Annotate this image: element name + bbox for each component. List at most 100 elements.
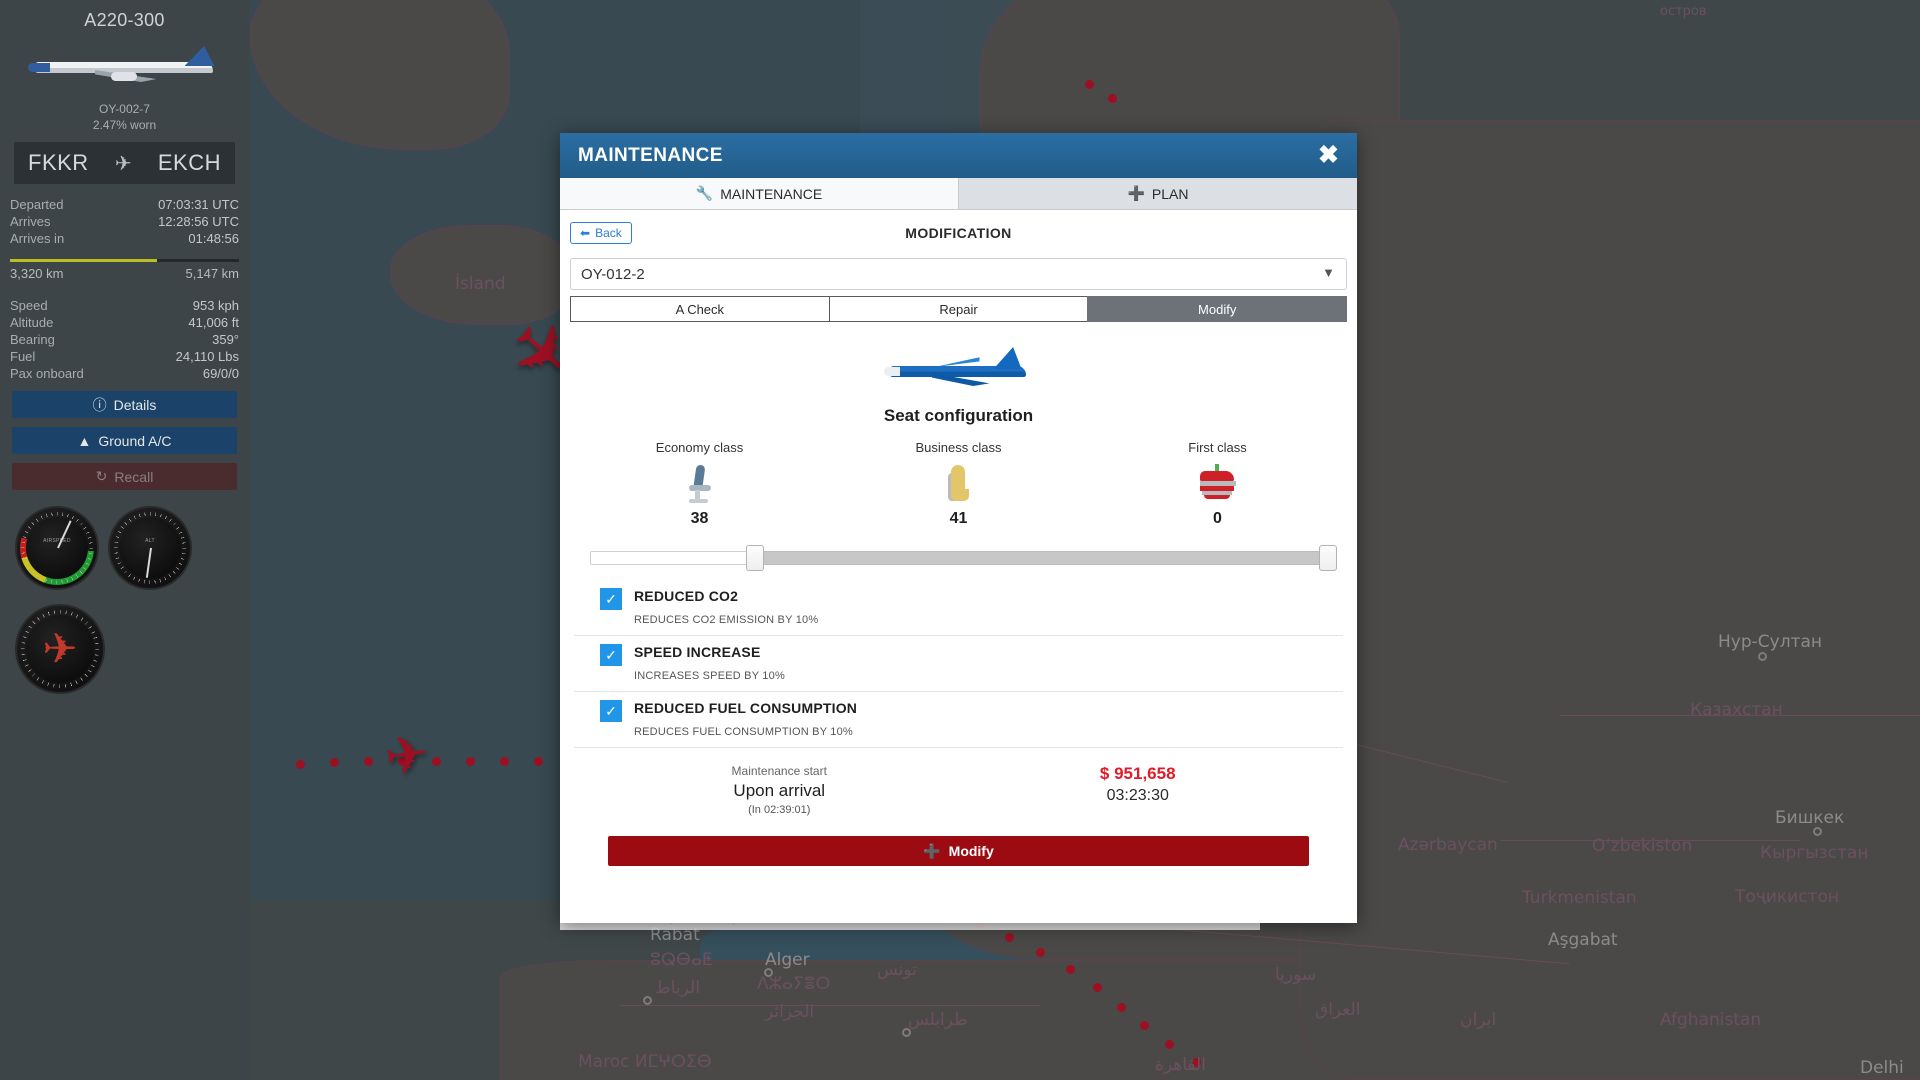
seat-class-first: First class 0 bbox=[1088, 440, 1347, 528]
option-checkbox[interactable]: ✓ bbox=[600, 588, 622, 610]
modify-button[interactable]: ➕ Modify bbox=[608, 836, 1309, 866]
city-marker bbox=[643, 996, 652, 1005]
distance-flown: 3,320 km bbox=[10, 266, 64, 281]
row-value: 01:48:56 bbox=[188, 231, 239, 246]
row-value: 69/0/0 bbox=[202, 366, 239, 381]
plus-icon: ➕ bbox=[923, 842, 941, 859]
summary-cost: $ 951,658 03:23:30 bbox=[959, 764, 1318, 816]
modal-title: MAINTENANCE bbox=[578, 144, 723, 166]
aircraft-select[interactable]: OY-012-2 bbox=[570, 258, 1347, 290]
summary-duration: 03:23:30 bbox=[1106, 787, 1169, 804]
segment-modify[interactable]: Modify bbox=[1087, 296, 1348, 322]
route-waypoint bbox=[364, 757, 373, 766]
route-waypoint bbox=[1140, 1021, 1149, 1030]
telemetry-row: Pax onboard 69/0/0 bbox=[0, 365, 249, 382]
breadcrumb-row: ⬅ Back MODIFICATION bbox=[570, 220, 1347, 246]
summary-start-value: Upon arrival bbox=[733, 781, 826, 800]
route-waypoint bbox=[1036, 948, 1045, 957]
telemetry-row: Altitude 41,006 ft bbox=[0, 314, 249, 331]
refresh-icon: ↻ bbox=[95, 468, 108, 484]
info-icon: ⓘ bbox=[92, 396, 107, 413]
slider-fill bbox=[753, 551, 1329, 565]
tab-plan[interactable]: ➕ PLAN bbox=[959, 178, 1357, 209]
row-value: 24,110 Lbs bbox=[175, 349, 239, 364]
summary-start-label: Maintenance start bbox=[731, 764, 827, 778]
seat-configuration-title: Seat configuration bbox=[883, 406, 1034, 425]
map-label: سوريا bbox=[1275, 965, 1317, 985]
first-class-seat-icon bbox=[1088, 460, 1347, 506]
option-checkbox[interactable]: ✓ bbox=[600, 700, 622, 722]
seat-class-count: 0 bbox=[1213, 510, 1222, 527]
option-description: REDUCES CO2 EMISSION BY 10% bbox=[634, 614, 819, 626]
seat-class-label: Business class bbox=[915, 440, 1002, 455]
attitude-gauge-caption: ALT bbox=[145, 538, 155, 545]
aircraft-wear: 2.47% worn bbox=[92, 118, 157, 132]
seat-class-count: 41 bbox=[949, 510, 968, 527]
route-waypoint bbox=[534, 757, 543, 766]
map-label: Azərbaycan bbox=[1398, 835, 1498, 855]
map-label: القاهرة bbox=[1155, 1055, 1206, 1075]
details-button[interactable]: ⓘ Details bbox=[12, 391, 237, 418]
flight-progress: 3,320 km 5,147 km bbox=[10, 259, 239, 281]
option-title: SPEED INCREASE bbox=[634, 644, 761, 660]
segment-repair[interactable]: Repair bbox=[828, 296, 1089, 322]
flight-time-row: Arrives 12:28:56 UTC bbox=[0, 213, 249, 230]
segment-a-check[interactable]: A Check bbox=[570, 296, 830, 322]
route-waypoint bbox=[330, 758, 339, 767]
route-bar: FKKR ✈ EKCH bbox=[14, 142, 235, 184]
telemetry-group: Speed 953 kph Altitude 41,006 ft Bearing… bbox=[0, 297, 249, 382]
distance-total: 5,147 km bbox=[185, 266, 239, 281]
economy-seat-icon bbox=[570, 460, 829, 506]
row-label: Arrives in bbox=[10, 231, 65, 246]
route-destination: EKCH bbox=[157, 150, 221, 175]
seat-distribution-slider[interactable] bbox=[570, 544, 1347, 572]
maintenance-summary: Maintenance start Upon arrival (In 02:39… bbox=[570, 764, 1347, 816]
progress-fill bbox=[10, 259, 157, 262]
business-seat-icon bbox=[829, 460, 1088, 506]
row-value: 359° bbox=[212, 332, 239, 347]
seat-configuration-row: Economy class 38 Business class 41 First… bbox=[570, 440, 1347, 528]
summary-start: Maintenance start Upon arrival (In 02:39… bbox=[600, 764, 959, 816]
map-label: ⵓⵕⴱⴰⵟ bbox=[650, 950, 713, 970]
seat-class-count: 38 bbox=[690, 510, 709, 527]
close-icon[interactable]: ✖ bbox=[1318, 143, 1339, 168]
tab-maintenance[interactable]: 🔧 MAINTENANCE bbox=[560, 178, 959, 209]
city-marker bbox=[1758, 652, 1767, 661]
aircraft-marker[interactable]: ✈ bbox=[381, 724, 432, 788]
option-checkbox[interactable]: ✓ bbox=[600, 644, 622, 666]
distance-row: 3,320 km 5,147 km bbox=[10, 262, 239, 281]
option-description: INCREASES SPEED BY 10% bbox=[634, 670, 785, 682]
slider-handle-business-first[interactable] bbox=[1319, 545, 1337, 571]
aircraft-type-title: A220-300 bbox=[84, 10, 165, 30]
seat-class-economy: Economy class 38 bbox=[570, 440, 829, 528]
slider-handle-economy-business[interactable] bbox=[746, 545, 764, 571]
city-marker bbox=[1813, 827, 1822, 836]
map-label: Тоҷикистон bbox=[1735, 887, 1839, 907]
aircraft-registration: OY-002-7 bbox=[99, 102, 150, 116]
map-label: العراق bbox=[1315, 1000, 1361, 1020]
map-label: ⴷⵣⴰⵢⴻⵔ bbox=[757, 974, 831, 994]
summary-price: $ 951,658 bbox=[1099, 764, 1176, 783]
map-label: طرابلس bbox=[908, 1010, 968, 1030]
map-label: Бишкек bbox=[1775, 808, 1845, 828]
progress-track bbox=[10, 259, 239, 262]
ground-aircraft-button-label: Ground A/C bbox=[98, 432, 172, 449]
map-label: Afghanistan bbox=[1660, 1010, 1762, 1030]
map-label: Turkmenistan bbox=[1522, 888, 1637, 908]
route-waypoint bbox=[1005, 933, 1014, 942]
ground-aircraft-button[interactable]: ▲ Ground A/C bbox=[12, 427, 237, 454]
route-waypoint bbox=[1066, 965, 1075, 974]
route-waypoint bbox=[500, 757, 509, 766]
warning-icon: ▲ bbox=[77, 432, 92, 449]
option-title: REDUCED CO2 bbox=[634, 588, 739, 604]
section-title: MODIFICATION bbox=[905, 225, 1012, 241]
map-label: Alger bbox=[765, 950, 810, 970]
route-waypoint bbox=[1117, 1003, 1126, 1012]
modal-body: ⬅ Back MODIFICATION OY-012-2 ▼ A Check R… bbox=[560, 210, 1357, 923]
route-waypoint bbox=[1165, 1040, 1174, 1049]
recall-button[interactable]: ↻ Recall bbox=[12, 463, 237, 490]
tab-maintenance-label: MAINTENANCE bbox=[720, 185, 823, 202]
telemetry-row: Fuel 24,110 Lbs bbox=[0, 348, 249, 365]
row-value: 12:28:56 UTC bbox=[158, 214, 239, 229]
route-waypoint bbox=[1108, 94, 1117, 103]
